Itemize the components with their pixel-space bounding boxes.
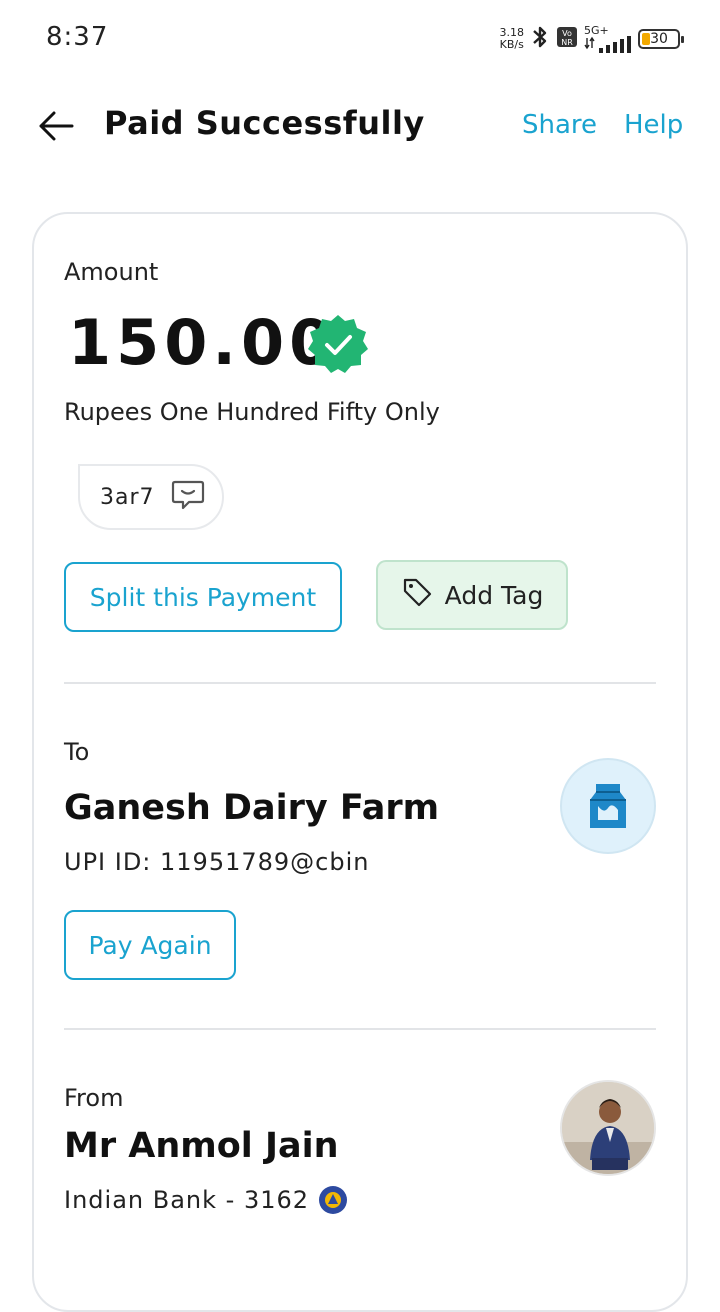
share-link[interactable]: Share xyxy=(522,110,597,140)
from-label: From xyxy=(64,1084,124,1112)
payee-name: Ganesh Dairy Farm xyxy=(64,788,440,828)
comment-icon xyxy=(171,479,205,515)
battery-icon: 30 xyxy=(638,29,684,49)
svg-text:Vo: Vo xyxy=(562,29,572,38)
status-icons: 3.18 KB/s Vo NR 5G+ 30 xyxy=(500,22,684,56)
signal-icon: 5G+ xyxy=(584,25,632,54)
network-speed: 3.18 KB/s xyxy=(500,27,525,51)
add-tag-button[interactable]: Add Tag xyxy=(376,560,568,630)
indian-bank-logo-icon xyxy=(319,1186,348,1214)
app-header: Paid Successfully Share Help xyxy=(0,90,720,160)
bluetooth-icon xyxy=(530,23,550,55)
back-arrow-icon xyxy=(39,111,74,141)
divider xyxy=(64,682,656,684)
vonr-icon: Vo NR xyxy=(556,26,578,52)
amount-in-words: Rupees One Hundred Fifty Only xyxy=(64,398,440,426)
split-payment-button[interactable]: Split this Payment xyxy=(64,562,342,632)
pay-again-button[interactable]: Pay Again xyxy=(64,910,236,980)
payee-upi-id: UPI ID: 11951789@cbin xyxy=(64,848,370,876)
divider xyxy=(64,1028,656,1030)
milk-carton-icon xyxy=(590,784,626,828)
tag-icon xyxy=(401,576,433,614)
transaction-card: Amount 150.00 Rupees One Hundred Fifty O… xyxy=(32,212,688,1312)
note-text: 3ar7 xyxy=(100,484,155,510)
bank-account-text: Indian Bank - 3162 xyxy=(64,1186,310,1214)
payment-note: 3ar7 xyxy=(78,464,224,530)
clock: 8:37 xyxy=(46,22,109,52)
payer-name: Mr Anmol Jain xyxy=(64,1126,339,1166)
status-bar: 8:37 3.18 KB/s Vo NR 5G+ 30 xyxy=(0,0,720,80)
user-avatar xyxy=(560,1080,656,1176)
network-type: 5G+ xyxy=(584,23,609,37)
add-tag-label: Add Tag xyxy=(444,580,544,610)
network-speed-unit: KB/s xyxy=(499,38,524,51)
page-title: Paid Successfully xyxy=(104,104,425,142)
amount-label: Amount xyxy=(64,258,159,286)
help-link[interactable]: Help xyxy=(624,110,683,140)
svg-text:NR: NR xyxy=(561,38,573,47)
to-label: To xyxy=(64,738,90,766)
amount-value: 150.00 xyxy=(68,306,338,379)
verified-check-icon xyxy=(306,312,370,376)
back-button[interactable] xyxy=(36,106,76,146)
battery-level: 30 xyxy=(650,31,668,47)
payer-bank-account: Indian Bank - 3162 xyxy=(64,1186,348,1214)
merchant-avatar xyxy=(560,758,656,854)
